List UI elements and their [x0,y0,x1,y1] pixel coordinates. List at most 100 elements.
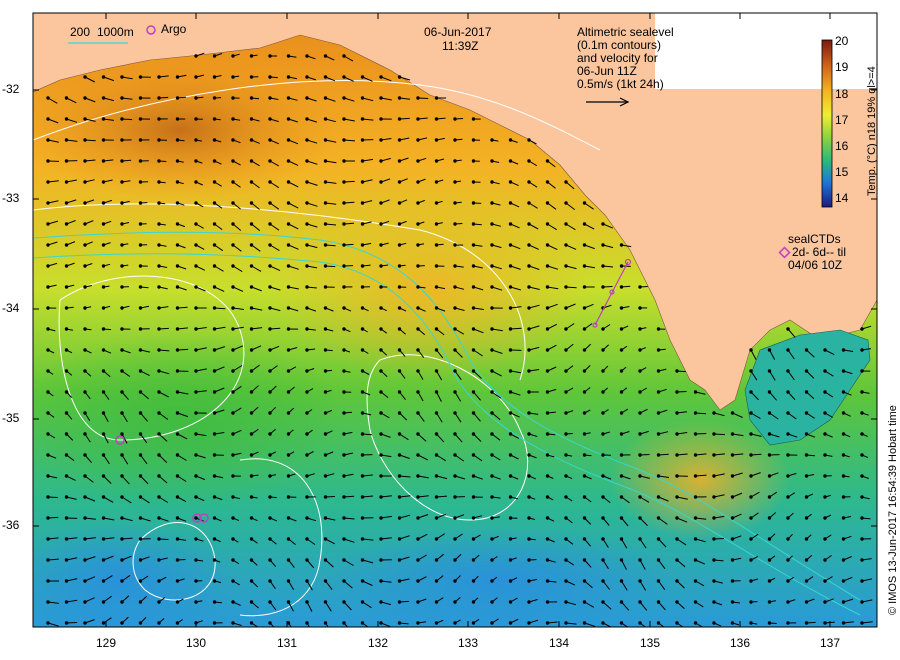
velocity-origin [786,474,790,478]
velocity-origin [453,306,457,310]
velocity-origin [231,327,235,331]
velocity-origin [379,579,383,583]
velocity-origin [360,75,365,79]
colorbar [821,39,833,208]
velocity-origin [527,600,531,604]
velocity-origin [397,537,402,541]
velocity-origin [416,474,420,478]
velocity-origin [120,159,124,163]
velocity-origin [675,390,679,394]
velocity-origin [804,390,809,394]
velocity-origin [582,390,587,394]
velocity-origin [268,411,272,415]
velocity-origin [194,222,198,226]
velocity-origin [101,453,106,457]
velocity-origin [545,306,550,310]
velocity-origin [453,201,457,205]
velocity-origin [194,369,198,373]
velocity-origin [397,348,402,352]
velocity-origin [268,327,272,331]
velocity-origin [749,348,753,352]
velocity-origin [83,537,87,541]
velocity-origin [101,579,106,583]
velocity-origin [194,243,198,247]
velocity-origin [527,138,531,142]
velocity-origin [120,348,124,352]
velocity-origin [231,369,235,373]
velocity-origin [397,180,402,184]
velocity-origin [46,390,50,394]
velocity-origin [360,264,365,268]
velocity-origin [46,474,50,478]
y-tick-label: -32 [2,82,20,96]
velocity-origin [360,201,365,205]
velocity-origin [249,180,254,184]
velocity-origin [693,516,698,520]
velocity-origin [64,453,69,457]
velocity-origin [83,516,87,520]
velocity-origin [841,495,846,499]
velocity-origin [545,432,550,436]
warm-core [33,60,340,200]
velocity-origin [693,537,698,541]
velocity-origin [175,327,180,331]
velocity-origin [379,159,383,163]
velocity-origin [638,537,642,541]
velocity-origin [83,600,87,604]
velocity-origin [545,201,550,205]
velocity-origin [120,537,124,541]
velocity-origin [360,474,365,478]
velocity-origin [268,201,272,205]
velocity-origin [64,159,69,163]
velocity-origin [305,411,309,415]
velocity-origin [860,348,864,352]
velocity-origin [656,579,661,583]
velocity-origin [564,327,568,331]
velocity-origin [582,495,587,499]
velocity-origin [416,432,420,436]
velocity-origin [397,222,402,226]
velocity-origin [64,579,69,583]
velocity-origin [619,516,624,520]
velocity-origin [619,579,624,583]
velocity-origin [138,474,143,478]
velocity-origin [157,159,161,163]
velocity-origin [268,348,272,352]
velocity-origin [138,390,143,394]
velocity-origin [656,369,661,373]
velocity-origin [249,558,254,562]
velocity-origin [582,579,587,583]
velocity-origin [638,348,642,352]
velocity-origin [434,138,439,142]
velocity-origin [83,453,87,457]
velocity-origin [730,579,735,583]
velocity-origin [397,495,402,499]
velocity-origin [416,201,420,205]
velocity-origin [841,600,846,604]
velocity-origin [231,558,235,562]
velocity-origin [46,327,50,331]
velocity-origin [490,432,494,436]
velocity-origin [138,264,143,268]
velocity-origin [434,453,439,457]
velocity-origin [767,558,772,562]
velocity-origin [64,537,69,541]
velocity-origin [379,285,383,289]
velocity-origin [601,516,605,520]
velocity-origin [601,369,605,373]
velocity-origin [453,432,457,436]
velocity-origin [730,621,735,625]
velocity-origin [582,621,587,625]
velocity-origin [231,579,235,583]
velocity-origin [601,432,605,436]
velocity-origin [157,558,161,562]
y-tick-label: -35 [2,411,20,425]
velocity-origin [564,222,568,226]
velocity-origin [323,75,328,79]
velocity-origin [823,558,827,562]
velocity-origin [490,159,494,163]
velocity-origin [564,621,568,625]
velocity-origin [138,159,143,163]
velocity-origin [379,117,383,121]
velocity-origin [120,579,124,583]
